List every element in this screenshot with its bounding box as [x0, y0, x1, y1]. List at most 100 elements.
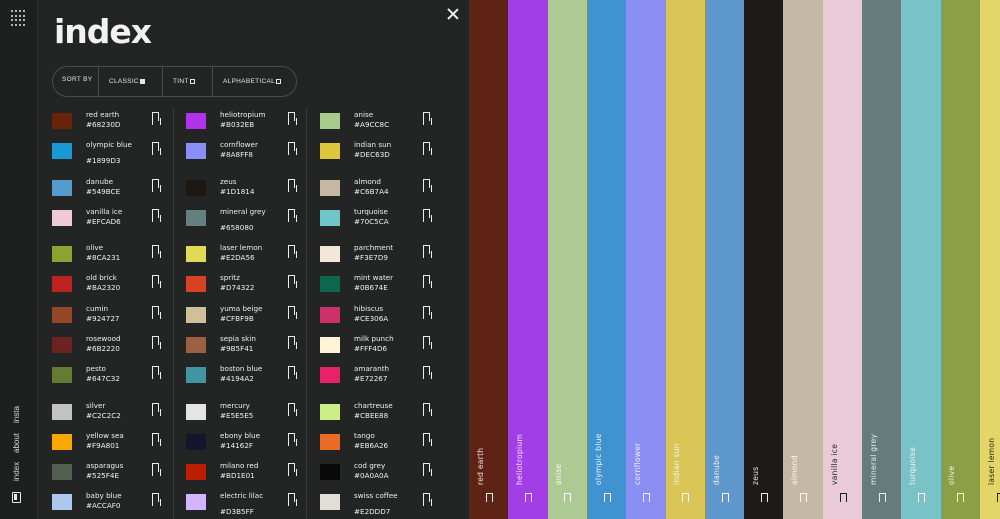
bookmark-icon[interactable]	[422, 336, 432, 349]
bookmark-icon[interactable]	[485, 493, 493, 502]
bookmark-icon[interactable]	[422, 366, 432, 379]
color-list-item[interactable]: milano red #BD1E01	[186, 462, 310, 486]
bookmark-icon[interactable]	[525, 493, 533, 502]
bookmark-icon[interactable]	[151, 179, 161, 192]
color-list-item[interactable]: tango #EB6A26	[320, 432, 444, 456]
bookmark-icon[interactable]	[839, 493, 847, 502]
color-stripe[interactable]: almond	[783, 0, 824, 519]
color-list-item[interactable]: danube #549BCE	[52, 178, 176, 202]
color-stripe[interactable]: cornflower	[626, 0, 666, 519]
logo-grid-icon[interactable]	[11, 10, 27, 26]
nav-index[interactable]: index	[12, 462, 21, 481]
color-list-item[interactable]: mint water #0B674E	[320, 274, 444, 298]
bookmark-icon[interactable]	[760, 493, 768, 502]
bookmark-icon[interactable]	[287, 179, 297, 192]
color-list-item[interactable]: heliotropium #B032EB	[186, 111, 310, 135]
color-list-item[interactable]: mineral grey #658080	[186, 208, 310, 232]
color-stripe[interactable]: anise	[547, 0, 588, 519]
color-list-item[interactable]: electric lilac #D3B5FF	[186, 492, 310, 516]
bookmark-icon[interactable]	[564, 493, 572, 502]
color-list-item[interactable]: chartreuse #CBEE88	[320, 402, 444, 426]
color-list-item[interactable]: rosewood #6B2220	[52, 335, 176, 359]
bookmark-icon[interactable]	[287, 366, 297, 379]
bookmark-icon[interactable]	[422, 275, 432, 288]
color-list-item[interactable]: baby blue #ACCAF0	[52, 492, 176, 516]
bookmark-icon[interactable]	[721, 493, 729, 502]
bookmark-icon[interactable]	[422, 403, 432, 416]
color-list-item[interactable]: swiss coffee #E2DDD7	[320, 492, 444, 516]
color-stripe[interactable]: mineral grey	[862, 0, 902, 519]
bookmark-icon[interactable]	[422, 463, 432, 476]
color-list-item[interactable]: pesto #647C32	[52, 365, 176, 389]
bookmark-icon[interactable]	[918, 493, 926, 502]
bookmark-icon[interactable]	[287, 306, 297, 319]
sort-option-alphabetical[interactable]: ALPHABETICAL	[213, 67, 296, 96]
color-list-item[interactable]: vanilla ice #EFCAD6	[52, 208, 176, 232]
color-stripe[interactable]: heliotropium	[508, 0, 549, 519]
color-list-item[interactable]: silver #C2C2C2	[52, 402, 176, 426]
bookmark-icon[interactable]	[878, 493, 886, 502]
color-stripe[interactable]: vanilla ice	[822, 0, 863, 519]
bookmark-icon[interactable]	[603, 493, 611, 502]
bookmark-icon[interactable]	[422, 179, 432, 192]
bookmark-icon[interactable]	[151, 245, 161, 258]
bookmark-icon[interactable]	[287, 463, 297, 476]
color-list-item[interactable]: yuma beige #CFBF9B	[186, 305, 310, 329]
color-list-item[interactable]: anise #A9CC8C	[320, 111, 444, 135]
bookmark-icon[interactable]	[422, 209, 432, 222]
bookmark-icon[interactable]	[287, 275, 297, 288]
bookmark-icon[interactable]	[682, 493, 690, 502]
color-list-item[interactable]: amaranth #E72267	[320, 365, 444, 389]
color-list-item[interactable]: red earth #68230D	[52, 111, 176, 135]
bookmark-icon[interactable]	[151, 403, 161, 416]
bookmark-icon[interactable]	[287, 336, 297, 349]
bookmark-icon[interactable]	[151, 336, 161, 349]
bookmark-icon[interactable]	[422, 142, 432, 155]
color-list-item[interactable]: sepia skin #9B5F41	[186, 335, 310, 359]
bookmark-icon[interactable]	[287, 245, 297, 258]
bookmark-icon[interactable]	[287, 493, 297, 506]
nav-about[interactable]: about	[12, 433, 21, 453]
sort-option-classic[interactable]: CLASSIC	[99, 67, 163, 96]
bookmark-icon[interactable]	[151, 433, 161, 446]
bookmark-icon[interactable]	[287, 112, 297, 125]
color-list-item[interactable]: olive #8CA231	[52, 244, 176, 268]
bookmark-icon[interactable]	[287, 142, 297, 155]
bookmark-icon[interactable]	[151, 463, 161, 476]
color-list-item[interactable]: indian sun #DEC63D	[320, 141, 444, 165]
color-list-item[interactable]: cod grey #0A0A0A	[320, 462, 444, 486]
bookmark-icon[interactable]	[287, 209, 297, 222]
sort-option-tint[interactable]: TINT	[163, 67, 213, 96]
color-list-item[interactable]: spritz #D74322	[186, 274, 310, 298]
color-stripe[interactable]: zeus	[744, 0, 784, 519]
bookmark-icon[interactable]	[287, 433, 297, 446]
color-list-item[interactable]: milk punch #FFF4D6	[320, 335, 444, 359]
bookmark-icon[interactable]	[957, 493, 965, 502]
color-list-item[interactable]: hibiscus #CE306A	[320, 305, 444, 329]
color-stripe[interactable]: red earth	[469, 0, 509, 519]
color-list-item[interactable]: old brick #BA2320	[52, 274, 176, 298]
color-list-item[interactable]: laser lemon #E2DA56	[186, 244, 310, 268]
bookmark-icon[interactable]	[422, 493, 432, 506]
bookmark-icon[interactable]	[151, 275, 161, 288]
color-list-item[interactable]: parchment #F3E7D9	[320, 244, 444, 268]
color-stripe[interactable]: olympic blue	[586, 0, 627, 519]
color-list-item[interactable]: mercury #E5E5E5	[186, 402, 310, 426]
bookmark-icon[interactable]	[422, 306, 432, 319]
bookmark-icon[interactable]	[151, 209, 161, 222]
color-list-item[interactable]: turquoise #70C5CA	[320, 208, 444, 232]
bookmark-icon[interactable]	[151, 306, 161, 319]
color-list-item[interactable]: yellow sea #F9A801	[52, 432, 176, 456]
color-list-item[interactable]: zeus #1D1814	[186, 178, 310, 202]
bookmark-icon[interactable]	[800, 493, 808, 502]
color-list-item[interactable]: almond #C6B7A4	[320, 178, 444, 202]
color-list-item[interactable]: cornflower #8A8FF8	[186, 141, 310, 165]
color-stripe[interactable]: indian sun	[665, 0, 706, 519]
color-list-item[interactable]: olympic blue #1899D3	[52, 141, 176, 165]
bookmark-icon[interactable]	[422, 112, 432, 125]
saved-bookmarks-icon[interactable]	[12, 492, 21, 503]
color-list-item[interactable]: asparagus #525F4E	[52, 462, 176, 486]
color-stripe[interactable]: laser lemon	[979, 0, 1000, 519]
color-list-item[interactable]: ebony blue #14162F	[186, 432, 310, 456]
bookmark-icon[interactable]	[151, 493, 161, 506]
